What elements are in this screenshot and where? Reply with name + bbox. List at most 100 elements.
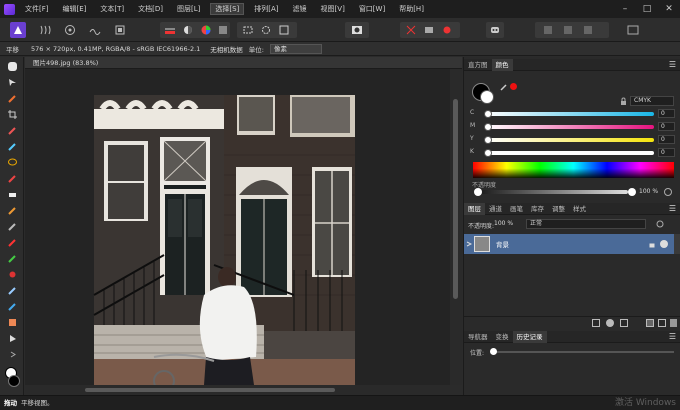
delete-layer-icon[interactable] [670,319,677,327]
opacity-slider-left-knob[interactable] [474,188,482,196]
menu-document[interactable]: 文档[D] [131,0,170,18]
view-mode-icon[interactable] [421,22,437,38]
horizontal-scrollbar[interactable] [25,385,450,395]
layer-opacity-value[interactable]: 100 % [494,219,520,229]
add-group-icon[interactable] [646,319,654,327]
opacity-slider-knob[interactable] [628,188,636,196]
erase-tool-icon[interactable] [5,189,19,200]
slider-knob[interactable] [484,123,492,131]
tone-mapping-persona-icon[interactable] [87,22,103,38]
pen-tool-icon[interactable] [5,333,19,344]
current-color-dot[interactable] [510,83,517,90]
arrange-forward-icon[interactable] [560,22,576,38]
history-slider[interactable] [492,351,674,353]
vertical-scroll-thumb[interactable] [453,99,458,299]
menu-view[interactable]: 视图[V] [314,0,352,18]
eyedropper-icon[interactable] [500,83,508,91]
adjustment-icon[interactable] [606,319,614,327]
color-picker-tool-icon[interactable] [5,93,19,104]
tab-color[interactable]: 颜色 [491,58,513,71]
slider-knob[interactable] [484,149,492,157]
export-persona-icon[interactable] [112,22,128,38]
lock-icon[interactable] [619,97,628,106]
slider-yellow[interactable]: Y 0 [470,135,675,144]
selection-brush-icon[interactable] [240,22,256,38]
document-tab[interactable]: 图片498.jpg (83.8%) [25,57,462,69]
slider-knob[interactable] [484,110,492,118]
smudge-tool-icon[interactable] [5,301,19,312]
menu-layer[interactable]: 图层[L] [170,0,207,18]
vertical-scrollbar[interactable] [450,69,462,385]
color-spectrum[interactable] [473,162,674,178]
canvas-area[interactable] [25,69,450,385]
slider-value-m[interactable]: 0 [658,122,675,131]
healing-tool-icon[interactable] [5,253,19,264]
record-icon[interactable] [439,22,455,38]
menu-select[interactable]: 选择[S] [210,3,245,15]
gradient-tool-icon[interactable] [5,317,19,328]
snapping-icon[interactable] [403,22,419,38]
develop-persona-icon[interactable] [62,22,78,38]
panel-menu-icon[interactable]: ☰ [669,203,676,215]
layer-lock-icon[interactable] [648,240,656,248]
flood-select-tool-icon[interactable] [5,141,19,152]
tab-transform[interactable]: 变换 [492,331,513,343]
tab-layers[interactable]: 图层 [464,202,485,215]
panel-menu-icon[interactable]: ☰ [669,331,676,343]
slider-black[interactable]: K 0 [470,148,675,157]
menu-file[interactable]: 文件[F] [18,0,56,18]
deselect-icon[interactable] [276,22,292,38]
units-select[interactable]: 像素 [269,43,322,54]
menu-edit[interactable]: 编辑[E] [56,0,94,18]
horizontal-scroll-thumb[interactable] [85,388,335,392]
tab-adjustments[interactable]: 调整 [548,203,569,215]
arrange-front-icon[interactable] [580,22,596,38]
menu-arrange[interactable]: 排列[A] [247,0,285,18]
color-mode-select[interactable]: CMYK [630,96,674,106]
paint-brush-tool-icon[interactable] [5,173,19,184]
histogram-icon[interactable] [215,22,231,38]
menu-filters[interactable]: 滤镜 [286,0,314,18]
photo-image[interactable] [25,69,450,385]
photo-persona-icon[interactable] [10,22,26,38]
liquify-persona-icon[interactable] [37,22,53,38]
menu-text[interactable]: 文本[T] [93,0,131,18]
tab-history[interactable]: 历史记录 [512,330,547,343]
layer-expand-icon[interactable] [466,238,473,250]
panel-menu-icon[interactable]: ☰ [669,59,676,71]
stroke-color-swatch[interactable] [480,90,494,104]
white-balance-icon[interactable] [180,22,196,38]
slider-knob[interactable] [484,136,492,144]
tab-brushes[interactable]: 画笔 [506,203,527,215]
slider-cyan[interactable]: C 0 [470,109,675,118]
assistant-icon[interactable] [487,22,503,38]
color-swatch-widget[interactable] [3,367,21,389]
slider-magenta[interactable]: M 0 [470,122,675,131]
layer-row[interactable]: 背景 [464,234,674,254]
live-filter-icon[interactable] [620,319,628,327]
tab-histogram[interactable]: 直方图 [464,59,492,71]
blend-mode-select[interactable]: 正常 [526,219,646,229]
menu-window[interactable]: 窗口[W] [352,0,392,18]
user-icon[interactable] [625,22,641,38]
flood-select-icon[interactable] [258,22,274,38]
slider-value-c[interactable]: 0 [658,109,675,118]
move-tool-icon[interactable] [5,77,19,88]
tab-channels[interactable]: 通道 [485,203,506,215]
quick-mask-icon[interactable] [349,22,365,38]
layers-scrollbar[interactable] [674,234,680,254]
slider-value-y[interactable]: 0 [658,135,675,144]
hand-tool-icon[interactable] [5,61,19,72]
opacity-info-icon[interactable] [664,188,672,196]
tab-navigator[interactable]: 导航器 [464,331,492,343]
layer-settings-icon[interactable] [656,220,664,228]
layer-name[interactable]: 背景 [496,239,509,249]
tab-stock[interactable]: 库存 [527,203,548,215]
dodge-tool-icon[interactable] [5,221,19,232]
mask-icon[interactable] [592,319,600,327]
selection-brush-tool-icon[interactable] [5,125,19,136]
more-tools-icon[interactable] [5,349,19,360]
secondary-color-swatch[interactable] [8,375,20,387]
tab-styles[interactable]: 样式 [569,203,590,215]
clone-tool-icon[interactable] [5,237,19,248]
